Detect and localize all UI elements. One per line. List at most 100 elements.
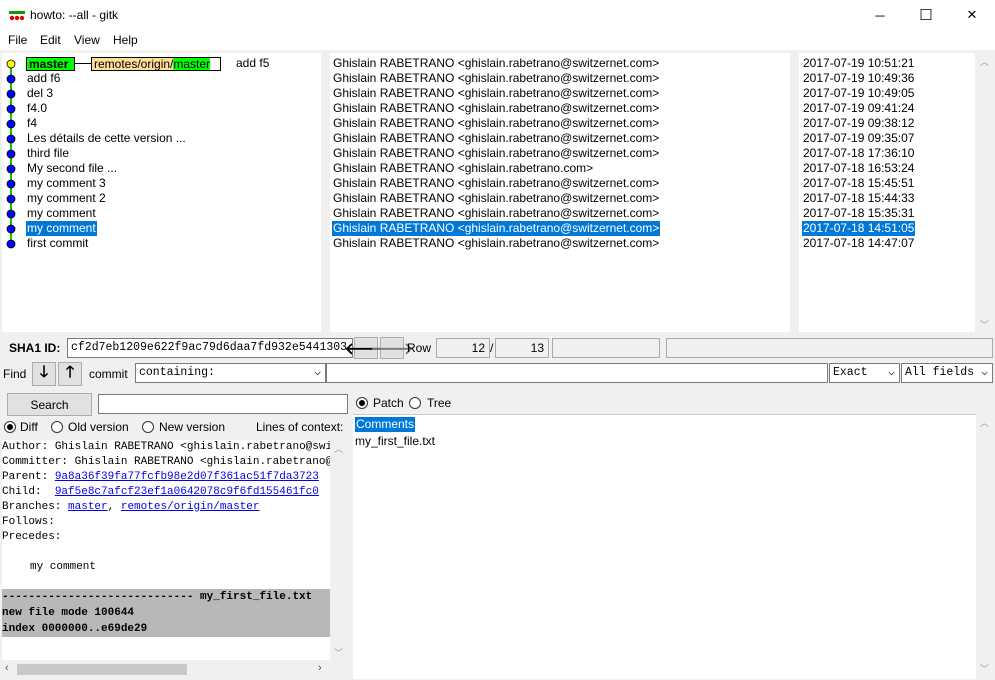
commit-author-row[interactable]: Ghislain RABETRANO <ghislain.rabetrano@s… (332, 86, 660, 101)
commit-date-row[interactable]: 2017-07-19 10:49:05 (802, 86, 915, 101)
commit-message-row[interactable]: first commit (26, 236, 89, 251)
commit-date-row[interactable]: 2017-07-18 15:35:31 (802, 206, 915, 221)
tree-radio[interactable] (409, 397, 421, 409)
find-match-select[interactable]: Exact ⌵ (829, 363, 900, 383)
commit-date-row[interactable]: 2017-07-19 09:41:24 (802, 101, 915, 116)
commit-node[interactable] (6, 119, 16, 129)
commit-author-row[interactable]: Ghislain RABETRANO <ghislain.rabetrano@s… (332, 176, 660, 191)
commit-date-row[interactable]: 2017-07-18 15:45:51 (802, 176, 915, 191)
commit-message-row[interactable]: f4 (26, 116, 38, 131)
commit-node[interactable] (6, 104, 16, 114)
commit-details-pane[interactable]: Author: Ghislain RABETRANO <ghislain.rab… (2, 440, 330, 660)
find-fields-select[interactable]: All fields ⌵ (901, 363, 993, 383)
forward-button[interactable]: 🡒 (371, 337, 413, 359)
commit-message-row[interactable]: my comment 3 (26, 176, 107, 191)
scroll-up-icon[interactable]: ︿ (980, 416, 989, 429)
commit-author-row[interactable]: Ghislain RABETRANO <ghislain.rabetrano@s… (332, 221, 661, 236)
branch-link-remote[interactable]: remotes/origin/master (121, 501, 260, 513)
commit-message-row[interactable]: add f5 (235, 56, 270, 71)
commit-node[interactable] (6, 59, 16, 69)
commit-author-row[interactable]: Ghislain RABETRANO <ghislain.rabetrano@s… (332, 131, 660, 146)
menu-file[interactable]: File (8, 33, 27, 47)
branch-link-master[interactable]: master (68, 501, 108, 513)
commit-date-row[interactable]: 2017-07-19 10:51:21 (802, 56, 915, 71)
scroll-right-icon[interactable]: › (318, 662, 322, 674)
commit-message-row[interactable]: third file (26, 146, 70, 161)
file-item[interactable]: my_first_file.txt (355, 434, 435, 449)
commit-list-pane[interactable]: master remotes/origin/master add f5 add f… (2, 53, 321, 332)
commit-node[interactable] (6, 134, 16, 144)
find-mode-select[interactable]: containing: ⌵ (135, 363, 326, 383)
sha1-input[interactable]: cf2d7eb1209e622f9ac79d6daa7fd932e5441303 (67, 338, 353, 358)
scroll-down-icon[interactable]: ﹀ (980, 662, 989, 675)
find-next-button[interactable]: 🡓 (32, 362, 56, 386)
commit-author-row[interactable]: Ghislain RABETRANO <ghislain.rabetrano@s… (332, 101, 660, 116)
search-input[interactable] (98, 394, 348, 414)
commit-author-row[interactable]: Ghislain RABETRANO <ghislain.rabetrano.c… (332, 161, 594, 176)
commit-date-row[interactable]: 2017-07-18 15:44:33 (802, 191, 915, 206)
commit-message-row[interactable]: my comment 2 (26, 191, 107, 206)
child-link[interactable]: 9af5e8c7afcf23ef1a0642078c9f6fd155461fc0 (55, 486, 319, 498)
commit-pane-separator[interactable] (321, 53, 328, 332)
commit-node[interactable] (6, 164, 16, 174)
commit-message-row[interactable]: my comment (26, 206, 97, 221)
find-input[interactable] (326, 363, 828, 383)
details-vscrollbar[interactable]: ︿ ﹀ (331, 440, 347, 660)
commit-author-row[interactable]: Ghislain RABETRANO <ghislain.rabetrano@s… (332, 206, 660, 221)
parent-link[interactable]: 9a8a36f39fa77fcfb98e2d07f361ac51f7da3723 (55, 471, 319, 483)
diff-radio[interactable] (4, 421, 16, 433)
commit-node[interactable] (6, 89, 16, 99)
hscroll-thumb[interactable] (17, 664, 187, 675)
commit-author-row[interactable]: Ghislain RABETRANO <ghislain.rabetrano@s… (332, 71, 660, 86)
scroll-up-icon[interactable]: ︿ (980, 55, 989, 68)
commit-message-row[interactable]: del 3 (26, 86, 54, 101)
search-button[interactable]: Search (7, 393, 92, 416)
commit-date-row[interactable]: 2017-07-19 09:38:12 (802, 116, 915, 131)
menu-view[interactable]: View (74, 33, 100, 47)
date-list-pane[interactable]: 2017-07-19 10:51:21 2017-07-19 10:49:36 20… (799, 53, 975, 332)
commit-date-row[interactable]: 2017-07-19 09:35:07 (802, 131, 915, 146)
commit-date-row[interactable]: 2017-07-18 17:36:10 (802, 146, 915, 161)
find-prev-button[interactable]: 🡑 (58, 362, 82, 386)
commit-message-row[interactable]: Les détails de cette version ... (26, 131, 187, 146)
comments-item[interactable]: Comments (355, 417, 416, 432)
menu-edit[interactable]: Edit (40, 33, 61, 47)
commit-date-row[interactable]: 2017-07-18 16:53:24 (802, 161, 915, 176)
scroll-left-icon[interactable]: ‹ (5, 662, 9, 674)
old-version-radio[interactable] (51, 421, 63, 433)
commit-message-row[interactable]: add f6 (26, 71, 61, 86)
commit-node[interactable] (6, 224, 16, 234)
new-version-radio[interactable] (142, 421, 154, 433)
scroll-down-icon[interactable]: ﹀ (980, 318, 989, 331)
commit-node[interactable] (6, 209, 16, 219)
commit-message-row[interactable]: f4.0 (26, 101, 48, 116)
commit-node[interactable] (6, 149, 16, 159)
commit-author-row[interactable]: Ghislain RABETRANO <ghislain.rabetrano@s… (332, 116, 660, 131)
file-list-pane[interactable]: Comments my_first_file.txt (353, 414, 976, 679)
remote-branch-tag[interactable]: remotes/origin/master (91, 57, 221, 71)
commit-author-row[interactable]: Ghislain RABETRANO <ghislain.rabetrano@s… (332, 191, 660, 206)
commit-date-row[interactable]: 2017-07-18 14:51:05 (802, 221, 916, 236)
close-button[interactable]: ✕ (949, 0, 995, 30)
commit-date-row[interactable]: 2017-07-18 14:47:07 (802, 236, 915, 251)
commit-node[interactable] (6, 179, 16, 189)
author-list-pane[interactable]: Ghislain RABETRANO <ghislain.rabetrano@s… (330, 53, 790, 332)
commit-node[interactable] (6, 74, 16, 84)
file-list-scrollbar[interactable]: ︿ ﹀ (977, 414, 993, 678)
commit-message-row[interactable]: My second file ... (26, 161, 118, 176)
scroll-down-icon[interactable]: ﹀ (334, 646, 343, 659)
head-branch-tag[interactable]: master (26, 57, 75, 71)
commit-node[interactable] (6, 194, 16, 204)
commit-author-row[interactable]: Ghislain RABETRANO <ghislain.rabetrano@s… (332, 146, 660, 161)
commit-node[interactable] (6, 239, 16, 249)
commit-scrollbar[interactable]: ︿ ﹀ (977, 53, 993, 332)
minimize-button[interactable]: ─ (857, 0, 903, 30)
commit-date-row[interactable]: 2017-07-19 10:49:36 (802, 71, 915, 86)
menu-help[interactable]: Help (113, 33, 138, 47)
commit-author-row[interactable]: Ghislain RABETRANO <ghislain.rabetrano@s… (332, 56, 660, 71)
maximize-button[interactable]: ☐ (903, 0, 949, 30)
patch-radio[interactable] (356, 397, 368, 409)
commit-message-row[interactable]: my comment (26, 221, 97, 236)
commit-author-row[interactable]: Ghislain RABETRANO <ghislain.rabetrano@s… (332, 236, 660, 251)
scroll-up-icon[interactable]: ︿ (334, 442, 343, 455)
